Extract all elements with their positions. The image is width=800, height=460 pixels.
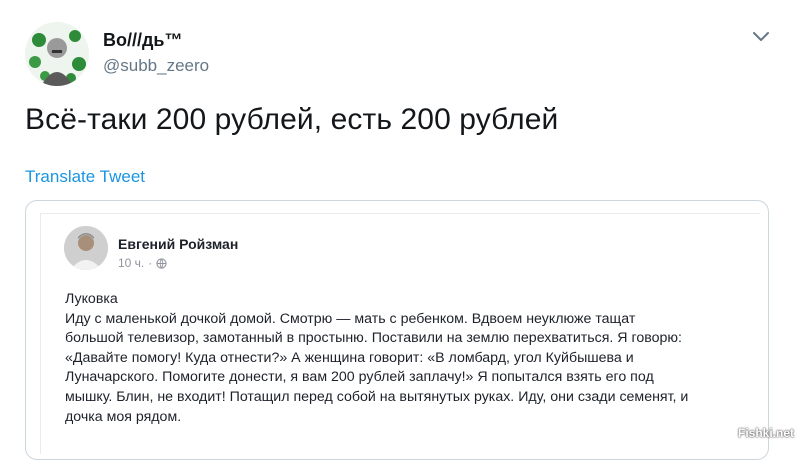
quoted-author-name[interactable]: Евгений Ройзман [118,236,238,252]
quoted-author-avatar[interactable] [64,226,108,270]
globe-icon [156,257,167,269]
translate-tweet-link[interactable]: Translate Tweet [25,167,145,187]
post-line: Иду с маленькой дочкой домой. Смотрю — м… [65,310,636,327]
author-handle[interactable]: @subb_zeero [103,56,209,76]
quoted-post-meta: 10 ч. · [118,256,167,270]
post-line: «Давайте помогу! Куда отнести?» А женщин… [65,349,634,366]
post-time[interactable]: 10 ч. [118,256,144,270]
watermark: Fishki.net [738,426,795,440]
quoted-post-body: Луковка Иду с маленькой дочкой домой. См… [65,290,755,427]
author-avatar[interactable] [25,22,89,86]
post-line: большой телевизор, замотанный в простыню… [65,330,682,347]
post-line: дочка моя рядом. [65,408,182,425]
tweet-text: Всё-таки 200 рублей, есть 200 рублей [25,103,559,136]
author-name[interactable]: Во///дь™ [103,30,183,51]
post-line: мышку. Блин, не входит! Потащил перед со… [65,388,689,405]
chevron-down-icon[interactable] [750,28,772,44]
post-title: Луковка [65,291,118,307]
post-line: Луначарского. Помогите донести, я вам 20… [65,369,654,386]
meta-separator: · [148,256,153,270]
